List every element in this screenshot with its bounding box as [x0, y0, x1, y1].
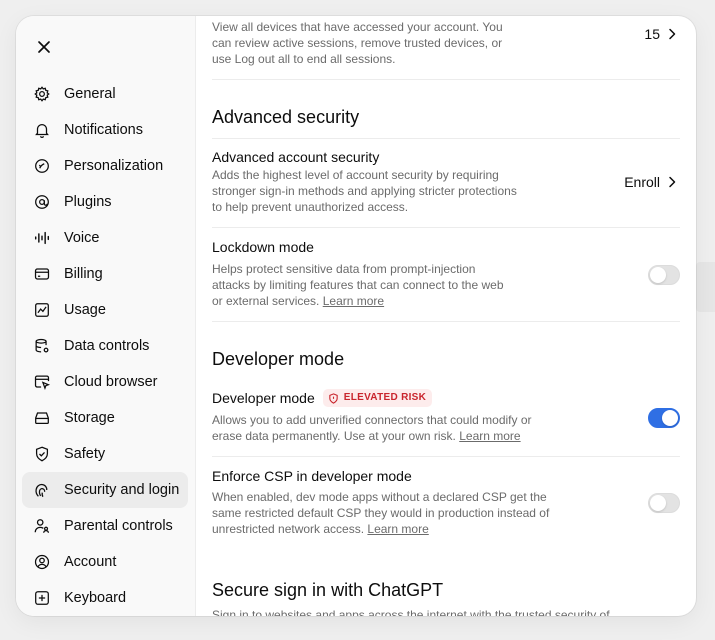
chevron-right-icon [669, 176, 676, 188]
sidebar-item-label: Notifications [64, 122, 143, 138]
settings-dialog: General Notifications Personalization Pl… [16, 16, 696, 616]
developer-mode-title: Developer mode [212, 390, 315, 406]
close-icon [38, 41, 50, 53]
lockdown-learn-more-link[interactable]: Learn more [323, 294, 384, 308]
divider [212, 456, 680, 457]
sidebar-item-label: Storage [64, 410, 115, 426]
bell-icon [32, 120, 52, 140]
enforce-csp-learn-more-link[interactable]: Learn more [367, 522, 428, 536]
enforce-csp-description: When enabled, dev mode apps without a de… [212, 489, 550, 537]
sidebar-item-account[interactable]: Account [22, 544, 188, 580]
chart-icon [32, 300, 52, 320]
sidebar-item-label: Usage [64, 302, 106, 318]
gear-icon [32, 84, 52, 104]
sidebar-item-label: Plugins [64, 194, 112, 210]
keyboard-icon [32, 588, 52, 608]
sidebar-item-label: Keyboard [64, 590, 127, 606]
account-icon [32, 552, 52, 572]
sidebar-item-label: Cloud browser [64, 374, 158, 390]
divider [212, 79, 680, 80]
parental-icon [32, 516, 52, 536]
sidebar-item-label: Personalization [64, 158, 164, 174]
security-icon [32, 480, 52, 500]
close-button[interactable] [32, 35, 56, 59]
sidebar-item-usage[interactable]: Usage [22, 292, 188, 328]
advanced-account-security-description: Adds the highest level of account securi… [212, 168, 517, 214]
sidebar-item-label: General [64, 86, 116, 102]
sidebar-item-general[interactable]: General [22, 76, 188, 112]
plugins-icon [32, 192, 52, 212]
lockdown-mode-title: Lockdown mode [212, 239, 314, 255]
sidebar-item-security-and-login[interactable]: Security and login [22, 472, 188, 508]
sidebar-item-data-controls[interactable]: Data controls [22, 328, 188, 364]
settings-content: View all devices that have accessed your… [212, 16, 680, 616]
toggle-knob [662, 410, 678, 426]
toggle-knob [650, 267, 666, 283]
advanced-security-heading: Advanced security [212, 107, 360, 127]
elevated-risk-badge: ELEVATED RISK [322, 389, 433, 407]
divider [212, 138, 680, 139]
sidebar-item-safety[interactable]: Safety [22, 436, 188, 472]
sidebar-item-plugins[interactable]: Plugins [22, 184, 188, 220]
credit-card-icon [32, 264, 52, 284]
advanced-account-security-title: Advanced account security [212, 149, 380, 165]
lockdown-mode-toggle[interactable] [648, 265, 680, 285]
storage-icon [32, 408, 52, 428]
background-panel-edge [696, 262, 715, 312]
developer-mode-description: Allows you to add unverified connectors … [212, 412, 557, 444]
developer-mode-toggle[interactable] [648, 408, 680, 428]
personalization-icon [32, 156, 52, 176]
lockdown-mode-description: Helps protect sensitive data from prompt… [212, 261, 512, 309]
developer-mode-learn-more-link[interactable]: Learn more [459, 429, 520, 443]
sidebar-item-keyboard[interactable]: Keyboard [22, 580, 188, 616]
settings-nav: General Notifications Personalization Pl… [22, 76, 188, 616]
database-icon [32, 336, 52, 356]
sidebar-item-label: Account [64, 554, 117, 570]
devices-count-button[interactable]: 15 [644, 26, 680, 42]
shield-alert-icon [329, 392, 338, 404]
browser-cursor-icon [32, 372, 52, 392]
enroll-label: Enroll [624, 174, 660, 190]
sidebar-item-label: Data controls [64, 338, 150, 354]
sidebar-item-label: Security and login [64, 482, 180, 498]
devices-description: View all devices that have accessed your… [212, 20, 503, 66]
divider [212, 227, 680, 228]
sidebar-item-storage[interactable]: Storage [22, 400, 188, 436]
chevron-right-icon [669, 28, 676, 40]
sidebar-item-cloud-browser[interactable]: Cloud browser [22, 364, 188, 400]
enforce-csp-title: Enforce CSP in developer mode [212, 468, 412, 484]
secure-signin-description: Sign in to websites and apps across the … [212, 608, 610, 616]
enforce-csp-toggle[interactable] [648, 493, 680, 513]
enroll-button[interactable]: Enroll [624, 174, 680, 190]
sidebar-item-personalization[interactable]: Personalization [22, 148, 188, 184]
developer-mode-title-row: Developer mode ELEVATED RISK [212, 389, 433, 407]
sidebar-item-label: Voice [64, 230, 100, 246]
elevated-risk-label: ELEVATED RISK [343, 392, 427, 403]
developer-mode-heading: Developer mode [212, 349, 345, 369]
settings-sidebar: General Notifications Personalization Pl… [16, 16, 196, 616]
voice-waveform-icon [32, 228, 52, 248]
sidebar-item-voice[interactable]: Voice [22, 220, 188, 256]
sidebar-item-label: Safety [64, 446, 106, 462]
devices-count: 15 [644, 26, 660, 42]
divider [212, 321, 680, 322]
sidebar-item-label: Parental controls [64, 518, 173, 534]
sidebar-item-label: Billing [64, 266, 103, 282]
sidebar-item-parental-controls[interactable]: Parental controls [22, 508, 188, 544]
sidebar-item-billing[interactable]: Billing [22, 256, 188, 292]
secure-signin-heading: Secure sign in with ChatGPT [212, 580, 444, 600]
sidebar-item-notifications[interactable]: Notifications [22, 112, 188, 148]
toggle-knob [650, 495, 666, 511]
shield-check-icon [32, 444, 52, 464]
